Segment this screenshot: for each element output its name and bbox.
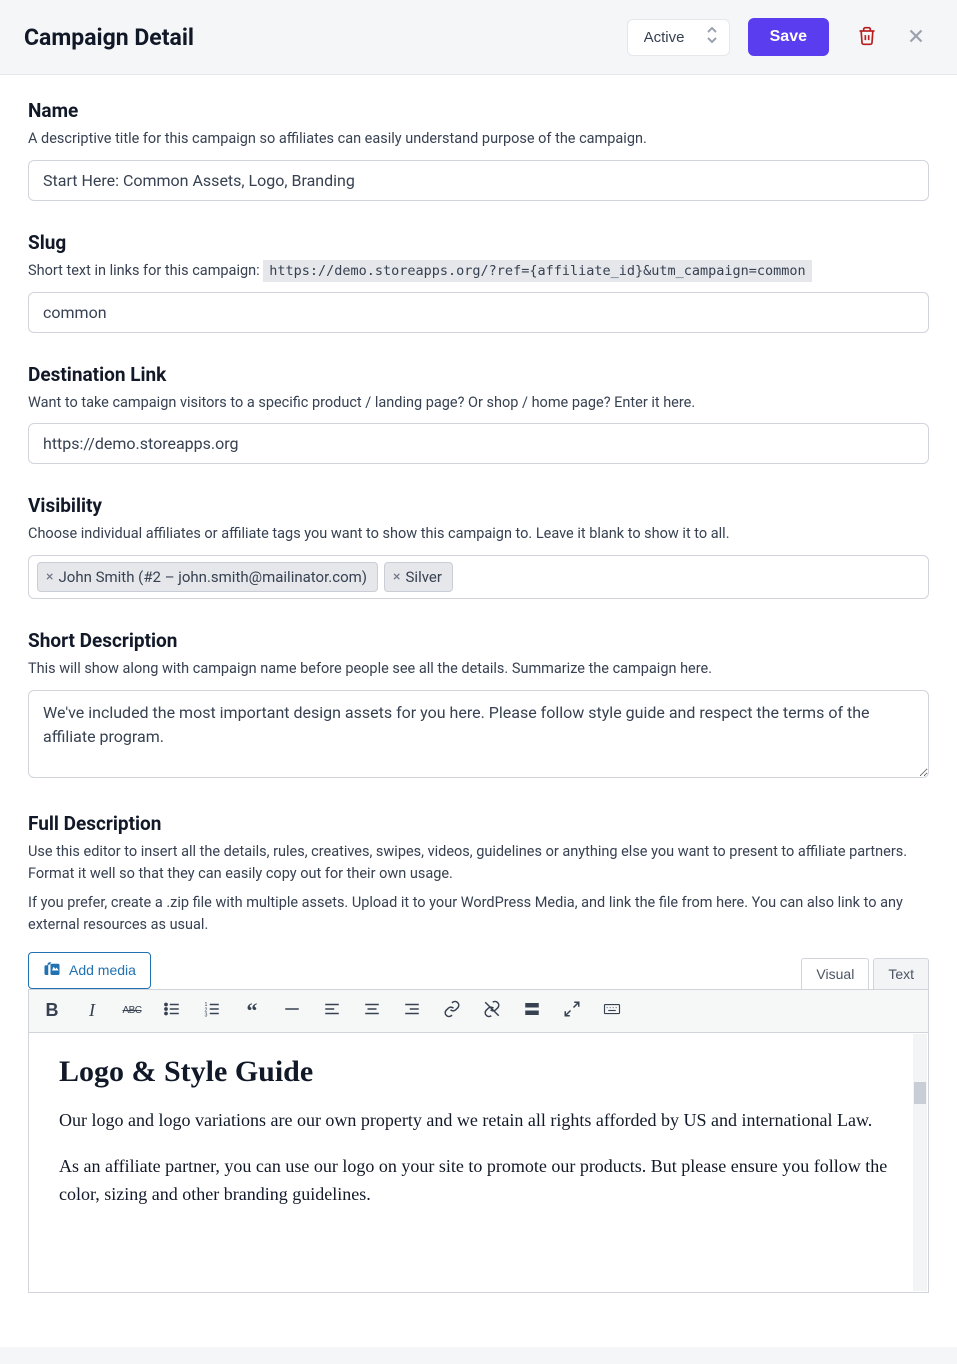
add-media-button[interactable]: Add media — [28, 952, 151, 989]
fullscreen-button[interactable] — [559, 998, 585, 1024]
delete-button[interactable] — [851, 20, 883, 55]
close-button[interactable] — [899, 19, 933, 56]
visibility-help: Choose individual affiliates or affiliat… — [28, 523, 929, 545]
visibility-tag: × John Smith (#2 – john.smith@mailinator… — [37, 562, 378, 592]
visibility-tags-input[interactable]: × John Smith (#2 – john.smith@mailinator… — [28, 555, 929, 599]
readmore-button[interactable] — [519, 998, 545, 1024]
full-desc-help1: Use this editor to insert all the detail… — [28, 841, 929, 885]
destination-input[interactable] — [28, 423, 929, 464]
scrollbar-track[interactable] — [913, 1034, 927, 1291]
slug-help: Short text in links for this campaign: h… — [28, 260, 929, 282]
save-button[interactable]: Save — [748, 18, 829, 56]
destination-label: Destination Link — [28, 363, 929, 386]
slug-field-group: Slug Short text in links for this campai… — [28, 231, 929, 333]
visibility-field-group: Visibility Choose individual affiliates … — [28, 494, 929, 599]
destination-field-group: Destination Link Want to take campaign v… — [28, 363, 929, 465]
link-icon — [443, 1000, 461, 1021]
unlink-button[interactable] — [479, 998, 505, 1024]
short-desc-label: Short Description — [28, 629, 929, 652]
tag-remove-icon[interactable]: × — [393, 569, 400, 585]
media-icon — [43, 960, 61, 981]
status-select[interactable]: Active — [627, 19, 730, 56]
keyboard-icon — [602, 1000, 622, 1021]
fullscreen-icon — [563, 1000, 581, 1021]
name-input[interactable] — [28, 160, 929, 201]
align-left-icon — [323, 1000, 341, 1021]
page-header: Campaign Detail Active Save — [0, 0, 957, 75]
full-desc-label: Full Description — [28, 812, 929, 835]
trash-icon — [857, 26, 877, 49]
slug-label: Slug — [28, 231, 929, 254]
visibility-label: Visibility — [28, 494, 929, 517]
svg-text:3: 3 — [205, 1013, 208, 1019]
tab-visual[interactable]: Visual — [801, 958, 869, 989]
editor-toolbar: B I ABC 123 “ — [28, 989, 929, 1033]
tag-remove-icon[interactable]: × — [46, 569, 53, 585]
editor-wrap: B I ABC 123 “ Logo & Style — [28, 989, 929, 1293]
editor-content[interactable]: Logo & Style Guide Our logo and logo var… — [28, 1033, 929, 1293]
name-field-group: Name A descriptive title for this campai… — [28, 99, 929, 201]
name-label: Name — [28, 99, 929, 122]
scrollbar-thumb[interactable] — [914, 1082, 926, 1104]
visibility-tag-label: John Smith (#2 – john.smith@mailinator.c… — [58, 568, 367, 586]
destination-help: Want to take campaign visitors to a spec… — [28, 392, 929, 414]
unlink-icon — [483, 1000, 501, 1021]
tab-text[interactable]: Text — [873, 958, 929, 989]
status-select-wrap: Active — [627, 19, 730, 56]
full-desc-help2: If you prefer, create a .zip file with m… — [28, 892, 929, 936]
align-right-icon — [403, 1000, 421, 1021]
ordered-list-icon: 123 — [203, 1000, 221, 1021]
short-desc-help: This will show along with campaign name … — [28, 658, 929, 680]
add-media-label: Add media — [69, 962, 136, 978]
page-title: Campaign Detail — [24, 24, 627, 51]
strikethrough-icon: ABC — [122, 1005, 141, 1016]
visibility-tag-label: Silver — [406, 568, 442, 586]
blockquote-button[interactable]: “ — [239, 998, 265, 1024]
close-icon — [905, 25, 927, 50]
italic-button[interactable]: I — [79, 998, 105, 1024]
visibility-tag: × Silver — [384, 562, 453, 592]
align-center-button[interactable] — [359, 998, 385, 1024]
bullet-list-icon — [163, 1000, 181, 1021]
form-body: Name A descriptive title for this campai… — [0, 75, 957, 1347]
bold-icon: B — [46, 1000, 59, 1021]
italic-icon: I — [89, 1000, 95, 1021]
align-center-icon — [363, 1000, 381, 1021]
slug-url-sample: https://demo.storeapps.org/?ref={affilia… — [263, 260, 811, 282]
slug-input[interactable] — [28, 292, 929, 333]
short-desc-field-group: Short Description This will show along w… — [28, 629, 929, 782]
align-left-button[interactable] — [319, 998, 345, 1024]
link-button[interactable] — [439, 998, 465, 1024]
bullet-list-button[interactable] — [159, 998, 185, 1024]
name-help: A descriptive title for this campaign so… — [28, 128, 929, 150]
slug-help-prefix: Short text in links for this campaign: — [28, 262, 263, 279]
editor-paragraph: Our logo and logo variations are our own… — [59, 1107, 898, 1135]
bold-button[interactable]: B — [39, 998, 65, 1024]
strikethrough-button[interactable]: ABC — [119, 998, 145, 1024]
editor-tabs: Visual Text — [801, 958, 929, 989]
quote-icon: “ — [247, 998, 258, 1024]
readmore-icon — [523, 1000, 541, 1021]
editor-heading: Logo & Style Guide — [59, 1055, 898, 1089]
hr-button[interactable] — [279, 998, 305, 1024]
hr-icon — [283, 1000, 301, 1021]
full-desc-field-group: Full Description Use this editor to inse… — [28, 812, 929, 1293]
ordered-list-button[interactable]: 123 — [199, 998, 225, 1024]
editor-paragraph: As an affiliate partner, you can use our… — [59, 1153, 898, 1209]
align-right-button[interactable] — [399, 998, 425, 1024]
short-desc-textarea[interactable]: We've included the most important design… — [28, 690, 929, 778]
toolbar-toggle-button[interactable] — [599, 998, 625, 1024]
